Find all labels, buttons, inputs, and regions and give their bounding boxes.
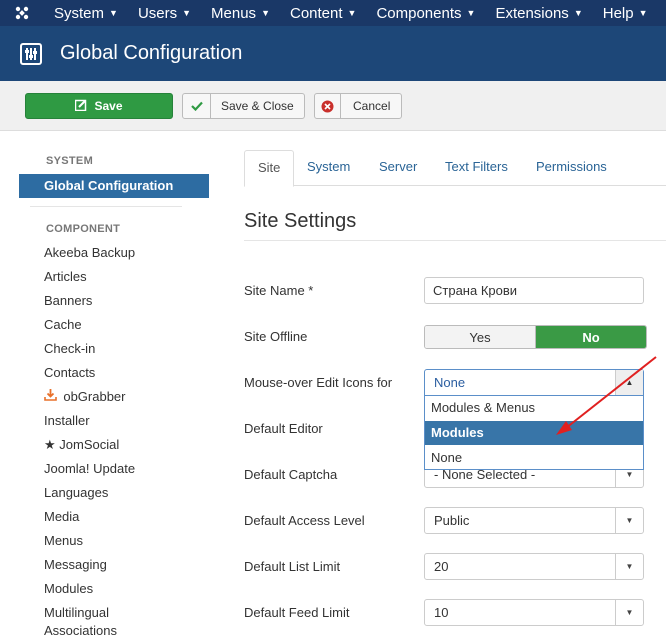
nav-label: Content — [289, 4, 343, 22]
nav-label: Menus — [211, 4, 257, 22]
caret-down-icon: ▼ — [615, 554, 643, 579]
default-access-label: Default Access Level — [244, 513, 365, 528]
mouseover-dropdown-list: Modules & Menus Modules None — [424, 396, 644, 470]
sidebar-item-akeeba-backup[interactable]: Akeeba Backup — [44, 245, 135, 260]
download-icon — [44, 389, 60, 404]
caret-down-icon: ▼ — [261, 8, 270, 18]
site-name-label: Site Name * — [244, 283, 314, 298]
default-access-value: Public — [434, 513, 470, 528]
sidebar-divider — [30, 206, 182, 207]
feed-limit-value: 10 — [434, 605, 449, 620]
sidebar-item-articles[interactable]: Articles — [44, 269, 87, 284]
nav-system[interactable]: System ▼ — [44, 0, 128, 26]
sidebar-item-languages[interactable]: Languages — [44, 485, 108, 500]
nav-help[interactable]: Help ▼ — [593, 0, 658, 26]
sidebar-item-multilingual[interactable]: Multilingual — [44, 605, 109, 620]
sidebar-item-cache[interactable]: Cache — [44, 317, 82, 332]
option-modules[interactable]: Modules — [425, 421, 643, 445]
sidebar-item-banners[interactable]: Banners — [44, 293, 92, 308]
site-name-input[interactable]: Страна Крови — [424, 277, 644, 304]
sidebar-item-global-configuration[interactable]: Global Configuration — [19, 174, 209, 198]
save-close-button[interactable]: Save & Close — [182, 93, 305, 119]
nav-label: System — [54, 4, 105, 22]
site-offline-label: Site Offline — [244, 329, 308, 344]
toolbar: Save Save & Close Cancel — [0, 81, 666, 131]
nav-label: Extensions — [495, 4, 569, 22]
sidebar-item-associations[interactable]: Associations — [44, 623, 117, 638]
tab-server[interactable]: Server — [366, 150, 430, 186]
sidebar-item-check-in[interactable]: Check-in — [44, 341, 95, 356]
nav-menus[interactable]: Menus ▼ — [201, 0, 280, 26]
caret-down-icon: ▼ — [615, 508, 643, 533]
tab-permissions[interactable]: Permissions — [523, 150, 620, 186]
joomla-logo-icon[interactable] — [0, 0, 44, 26]
sidebar-item-modules[interactable]: Modules — [44, 581, 93, 596]
sidebar-item-jomsocial[interactable]: ★ JomSocial — [44, 437, 119, 453]
cancel-label: Cancel — [353, 99, 391, 113]
default-access-select[interactable]: Public ▼ — [424, 507, 644, 534]
mouseover-value: None — [434, 375, 466, 390]
nav-label: Help — [602, 4, 634, 22]
feed-limit-label: Default Feed Limit — [244, 605, 350, 620]
sidebar-item-contacts[interactable]: Contacts — [44, 365, 95, 380]
mouseover-select[interactable]: None ▲ — [424, 369, 644, 396]
tab-system[interactable]: System — [294, 150, 363, 186]
page-header: Global Configuration — [0, 26, 666, 81]
mouseover-label: Mouse-over Edit Icons for — [244, 375, 393, 390]
save-close-label: Save & Close — [221, 99, 294, 113]
caret-down-icon: ▼ — [466, 8, 476, 18]
section-title: Site Settings — [244, 210, 357, 232]
sidebar-item-label: obGrabber — [63, 389, 126, 404]
edit-icon — [75, 99, 87, 114]
save-label: Save — [94, 99, 123, 113]
feed-limit-select[interactable]: 10 ▼ — [424, 599, 644, 626]
list-limit-select[interactable]: 20 ▼ — [424, 553, 644, 580]
list-limit-label: Default List Limit — [244, 559, 341, 574]
sidebar-item-menus[interactable]: Menus — [44, 533, 83, 548]
cancel-circle-icon — [315, 94, 341, 118]
sidebar-item-media[interactable]: Media — [44, 509, 79, 524]
sidebar-item-installer[interactable]: Installer — [44, 413, 90, 428]
caret-down-icon: ▼ — [182, 8, 192, 18]
nav-label: Users — [137, 4, 178, 22]
config-tabs: Site System Server Text Filters Permissi… — [244, 150, 666, 187]
default-captcha-label: Default Captcha — [244, 467, 338, 482]
nav-components[interactable]: Components ▼ — [366, 0, 485, 26]
tab-text-filters[interactable]: Text Filters — [432, 150, 521, 186]
caret-down-icon: ▼ — [347, 8, 357, 18]
caret-down-icon: ▼ — [109, 8, 118, 18]
caret-down-icon: ▼ — [573, 8, 583, 18]
tab-site[interactable]: Site — [244, 150, 295, 187]
sidebar-item-label: JomSocial — [59, 437, 120, 452]
sidebar-item-obgrabber[interactable]: obGrabber — [44, 389, 126, 404]
sidebar-item-messaging[interactable]: Messaging — [44, 557, 107, 572]
caret-down-icon: ▼ — [638, 8, 648, 18]
save-button[interactable]: Save — [25, 93, 173, 119]
section-divider — [244, 240, 666, 241]
site-offline-toggle: Yes No — [424, 325, 647, 349]
sidebar-heading-component: COMPONENT — [46, 223, 121, 235]
sidebar-heading-system: SYSTEM — [46, 155, 94, 167]
page-title: Global Configuration — [60, 42, 243, 64]
nav-extensions[interactable]: Extensions ▼ — [485, 0, 592, 26]
caret-down-icon: ▼ — [615, 600, 643, 625]
list-limit-value: 20 — [434, 559, 449, 574]
option-modules-menus[interactable]: Modules & Menus — [425, 396, 643, 420]
check-icon — [183, 94, 211, 118]
cancel-button[interactable]: Cancel — [314, 93, 402, 119]
nav-label: Components — [376, 4, 462, 22]
nav-users[interactable]: Users ▼ — [128, 0, 201, 26]
sidebar-item-joomla-update[interactable]: Joomla! Update — [44, 461, 135, 476]
caret-up-icon: ▲ — [615, 370, 643, 395]
offline-yes-button[interactable]: Yes — [425, 326, 536, 348]
default-editor-label: Default Editor — [244, 421, 323, 436]
option-none[interactable]: None — [425, 446, 643, 470]
top-navbar: System ▼ Users ▼ Menus ▼ Content ▼ Component… — [0, 0, 666, 26]
offline-no-button[interactable]: No — [536, 326, 646, 348]
star-icon: ★ — [44, 437, 56, 452]
sidebar: SYSTEM Global Configuration COMPONENT Ak… — [0, 131, 220, 638]
nav-content[interactable]: Content ▼ — [280, 0, 366, 26]
sliders-icon — [20, 42, 42, 65]
